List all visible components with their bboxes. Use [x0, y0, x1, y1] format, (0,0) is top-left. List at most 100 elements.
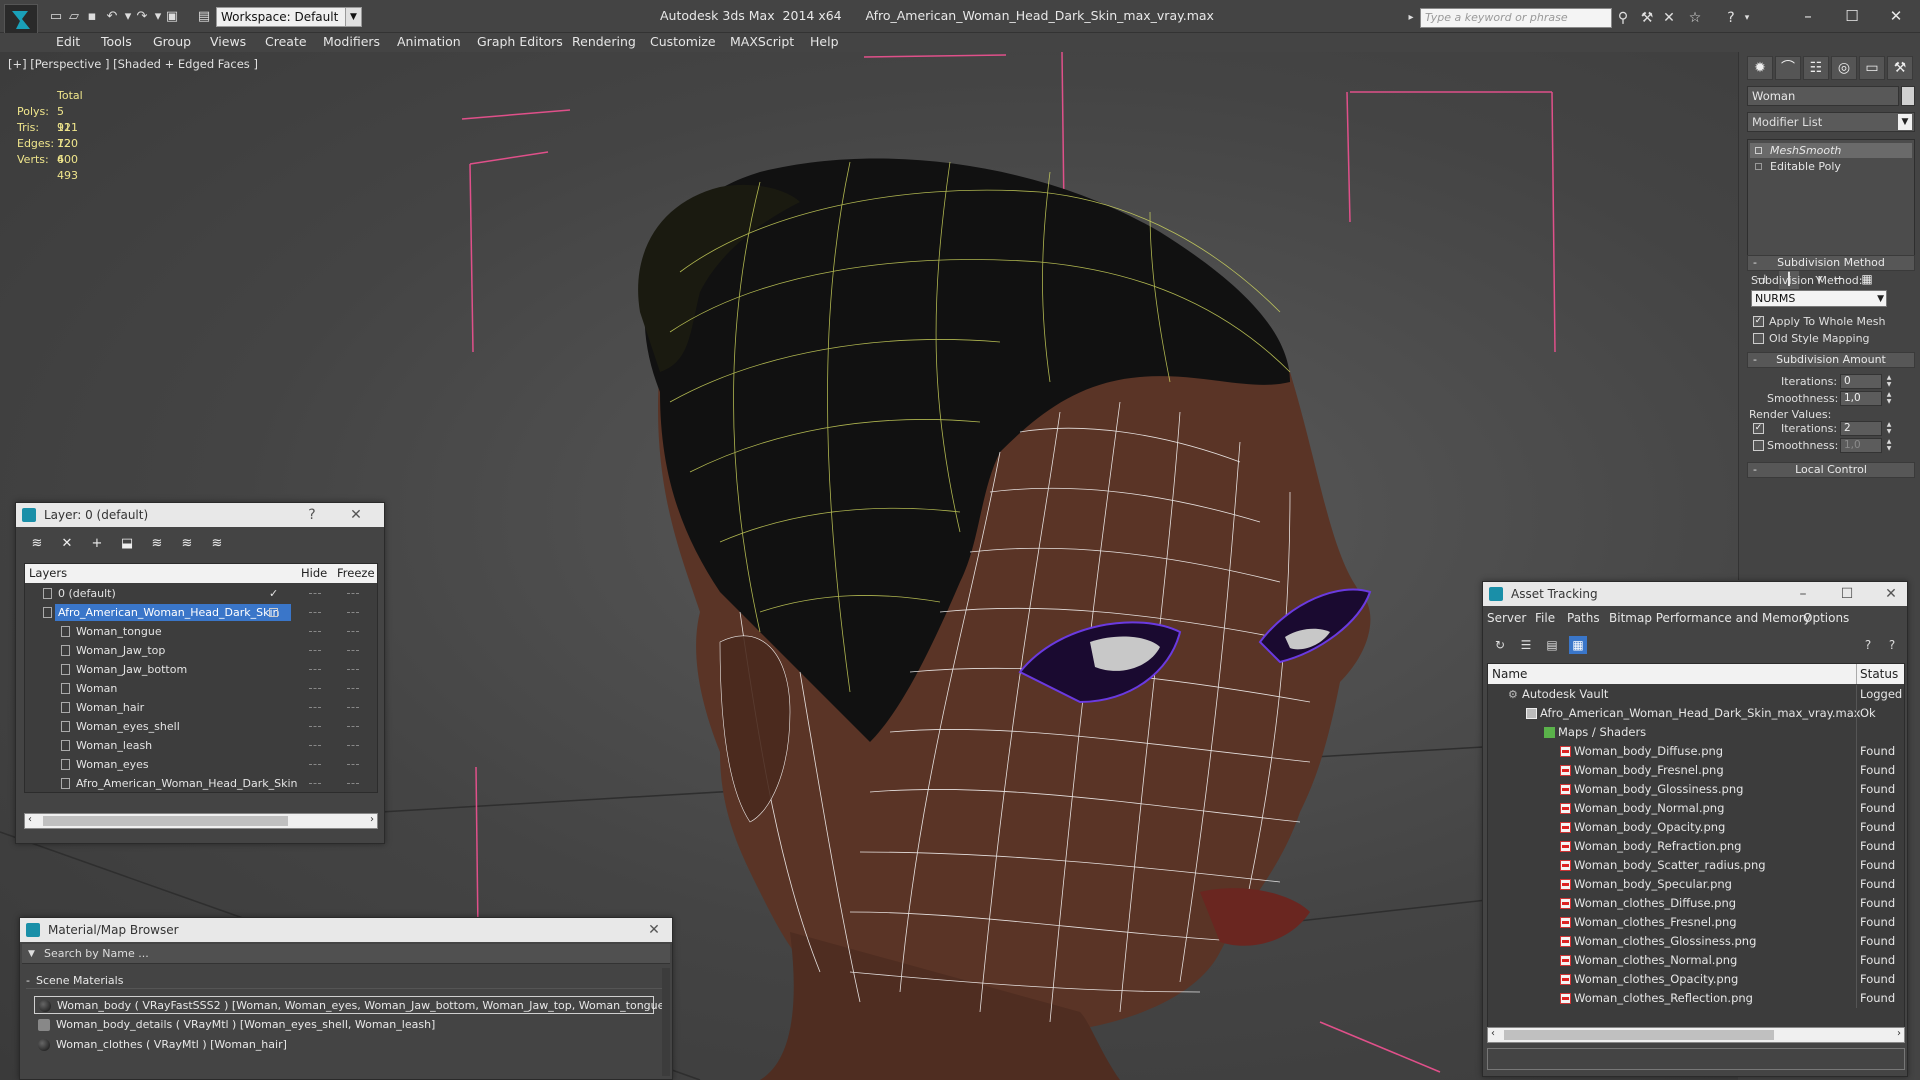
menu-rendering[interactable]: Rendering: [572, 34, 636, 49]
hide-toggle[interactable]: [309, 726, 321, 727]
hide-toggle[interactable]: [309, 612, 321, 613]
maximize-button[interactable]: ☐: [1835, 582, 1859, 606]
render-smoothness-input[interactable]: 1,0: [1840, 438, 1882, 453]
current-layer-toggle[interactable]: [269, 608, 278, 617]
asset-row-map[interactable]: Woman_clothes_Fresnel.png Found: [1488, 913, 1904, 932]
minimize-button[interactable]: –: [1791, 582, 1815, 606]
menu-edit[interactable]: Edit: [56, 34, 80, 49]
context-help-icon[interactable]: ?: [1883, 636, 1901, 654]
asset-row-vault[interactable]: ⚙ Autodesk Vault Logged C: [1488, 685, 1904, 704]
modify-tab-icon[interactable]: ⌒: [1775, 56, 1801, 80]
menu-server[interactable]: Server: [1487, 611, 1526, 625]
vertical-scrollbar[interactable]: [662, 968, 670, 1076]
list-view-icon[interactable]: ☰: [1517, 636, 1535, 654]
asset-row-map[interactable]: Woman_body_Refraction.png Found: [1488, 837, 1904, 856]
scrollbar-thumb[interactable]: [1504, 1030, 1774, 1040]
layer-row[interactable]: Woman_eyes_shell: [27, 717, 375, 736]
asset-row-max-file[interactable]: Afro_American_Woman_Head_Dark_Skin_max_v…: [1488, 704, 1904, 723]
asset-row-map[interactable]: Woman_body_Normal.png Found: [1488, 799, 1904, 818]
search-input[interactable]: Type a keyword or phrase: [1420, 8, 1612, 28]
redo-icon[interactable]: ↷: [134, 8, 150, 24]
hide-toggle[interactable]: [309, 688, 321, 689]
menu-views[interactable]: Views: [210, 34, 246, 49]
app-menu-button[interactable]: [4, 4, 38, 34]
freeze-toggle[interactable]: [347, 688, 359, 689]
material-item[interactable]: Woman_body ( VRayFastSSS2 ) [Woman, Woma…: [34, 996, 669, 1014]
refresh-icon[interactable]: ↻: [1491, 636, 1509, 654]
minimize-button[interactable]: –: [1786, 4, 1830, 28]
table-view-icon[interactable]: ▦: [1569, 636, 1587, 654]
menu-bitmap-performance[interactable]: Bitmap Performance and Memory: [1609, 611, 1811, 625]
asset-tracking-titlebar[interactable]: Asset Tracking – ☐ ✕: [1483, 582, 1907, 606]
hide-toggle[interactable]: [309, 631, 321, 632]
hierarchy-tab-icon[interactable]: ☷: [1803, 56, 1829, 80]
highlight-layer-icon[interactable]: ≋: [148, 535, 166, 553]
menu-create[interactable]: Create: [265, 34, 307, 49]
asset-row-map[interactable]: Woman_body_Scatter_radius.png Found: [1488, 856, 1904, 875]
layer-row[interactable]: Woman_Jaw_bottom: [27, 660, 375, 679]
object-color-swatch[interactable]: [1901, 86, 1915, 106]
asset-row-map[interactable]: Woman_body_Specular.png Found: [1488, 875, 1904, 894]
layer-row[interactable]: Woman_tongue: [27, 622, 375, 641]
material-browser-titlebar[interactable]: Material/Map Browser ✕: [20, 918, 672, 942]
column-divider[interactable]: [1856, 664, 1857, 684]
search-expand-icon[interactable]: ▸: [1402, 9, 1420, 27]
column-freeze[interactable]: Freeze: [337, 566, 375, 580]
freeze-toggle[interactable]: [347, 631, 359, 632]
render-smoothness-checkbox[interactable]: [1753, 440, 1764, 451]
freeze-all-layers-icon[interactable]: ≋: [208, 535, 226, 553]
undo-icon[interactable]: ↶: [104, 8, 120, 24]
project-folder-icon[interactable]: ▣: [164, 8, 180, 24]
freeze-toggle[interactable]: [347, 707, 359, 708]
rollout-subdivision-method[interactable]: - Subdivision Method: [1747, 255, 1915, 271]
subdivision-method-select[interactable]: NURMS ▼: [1751, 290, 1887, 307]
column-status[interactable]: Status: [1860, 667, 1898, 681]
communication-center-icon[interactable]: ✕: [1660, 9, 1678, 27]
scroll-left-icon[interactable]: ‹: [1491, 1028, 1495, 1039]
motion-tab-icon[interactable]: ◎: [1831, 56, 1857, 80]
render-smoothness-spinner[interactable]: ▲ ▼: [1885, 438, 1893, 453]
asset-row-map[interactable]: Woman_clothes_Reflection.png Found: [1488, 989, 1904, 1008]
asset-row-map[interactable]: Woman_clothes_Glossiness.png Found: [1488, 932, 1904, 951]
column-name[interactable]: Name: [1492, 667, 1527, 681]
layer-row[interactable]: Woman: [27, 679, 375, 698]
menu-file[interactable]: File: [1535, 611, 1555, 625]
iterations-spinner[interactable]: ▲ ▼: [1885, 374, 1893, 389]
add-to-layer-icon[interactable]: +: [88, 535, 106, 553]
layer-row[interactable]: Woman_Jaw_top: [27, 641, 375, 660]
rollout-subdivision-amount[interactable]: - Subdivision Amount: [1747, 352, 1915, 368]
layer-window-titlebar[interactable]: Layer: 0 (default) ? ✕: [16, 503, 384, 527]
freeze-toggle[interactable]: [347, 650, 359, 651]
stack-item-meshsmooth[interactable]: MeshSmooth: [1750, 143, 1912, 158]
asset-row-map[interactable]: Woman_body_Glossiness.png Found: [1488, 780, 1904, 799]
freeze-toggle[interactable]: [347, 612, 359, 613]
menu-help[interactable]: Help: [810, 34, 839, 49]
layer-row[interactable]: 0 (default) ✓: [27, 584, 375, 603]
freeze-toggle[interactable]: [347, 726, 359, 727]
favorites-star-icon[interactable]: ☆: [1686, 9, 1704, 27]
create-tab-icon[interactable]: ✹: [1747, 56, 1773, 80]
menu-maxscript[interactable]: MAXScript: [730, 34, 794, 49]
layer-row[interactable]: Afro_American_Woman_Head_Dark_Skin: [27, 774, 375, 793]
apply-whole-mesh-checkbox[interactable]: ✓: [1753, 316, 1764, 327]
rollout-local-control[interactable]: - Local Control: [1747, 462, 1915, 478]
modifier-list-dropdown[interactable]: Modifier List ▼: [1747, 112, 1915, 132]
help-dropdown-icon[interactable]: ▾: [1738, 9, 1756, 27]
material-search-input[interactable]: ▼ Search by Name ...: [22, 944, 670, 964]
stack-item-editable-poly[interactable]: Editable Poly: [1750, 159, 1912, 174]
iterations-input[interactable]: 0: [1840, 374, 1882, 389]
menu-customize[interactable]: Customize: [650, 34, 716, 49]
asset-row-map[interactable]: Woman_clothes_Opacity.png Found: [1488, 970, 1904, 989]
layer-row[interactable]: Woman_hair: [27, 698, 375, 717]
column-layers[interactable]: Layers: [29, 566, 67, 580]
help-icon[interactable]: ?: [1859, 636, 1877, 654]
utilities-tab-icon[interactable]: ⚒: [1887, 56, 1913, 80]
tree-view-icon[interactable]: ▤: [1543, 636, 1561, 654]
hide-toggle[interactable]: [309, 745, 321, 746]
freeze-toggle[interactable]: [347, 764, 359, 765]
delete-layer-icon[interactable]: ✕: [58, 535, 76, 553]
horizontal-scrollbar[interactable]: ‹ ›: [1487, 1027, 1905, 1043]
asset-row-map[interactable]: Woman_clothes_Normal.png Found: [1488, 951, 1904, 970]
binoculars-icon[interactable]: ⚲: [1614, 9, 1632, 27]
display-tab-icon[interactable]: ▭: [1859, 56, 1885, 80]
